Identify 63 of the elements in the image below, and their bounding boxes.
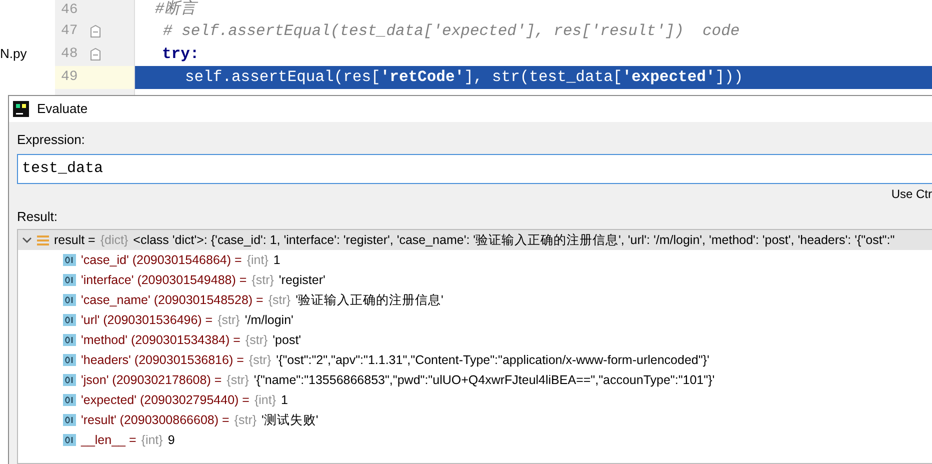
expression-label: Expression: (17, 131, 86, 149)
variable-name: 'json' (2090302178608) = (81, 372, 222, 389)
variable-name: result = (54, 232, 96, 249)
primitive-value-icon (63, 374, 76, 386)
hint-text: Use Ctr (891, 186, 932, 202)
dialog-title: Evaluate (37, 100, 88, 118)
list-icon (37, 234, 49, 246)
line-number: 46 (61, 0, 78, 20)
app-logo-icon (13, 101, 29, 117)
variable-value: '验证输入正确的注册信息' (296, 292, 444, 309)
variable-name: 'method' (2090301534384) = (81, 332, 240, 349)
primitive-value-icon (63, 314, 76, 326)
primitive-value-icon (63, 334, 76, 346)
primitive-value-icon (63, 414, 76, 426)
variable-name: 'headers' (2090301536816) = (81, 352, 244, 369)
code-line: #断言 (154, 0, 196, 20)
primitive-value-icon (63, 274, 76, 286)
caret-icon[interactable] (22, 235, 32, 245)
line-number: 49 (61, 68, 78, 87)
variable-name: 'result' (2090300866608) = (81, 412, 230, 429)
variable-value: 'register' (278, 272, 326, 289)
fold-marker-icon[interactable] (90, 25, 101, 38)
type-label: {str} (252, 272, 274, 289)
type-label: {int} (141, 432, 163, 449)
variable-value: 1 (281, 392, 288, 409)
variable-value: 9 (168, 432, 175, 449)
type-label: {str} (245, 332, 268, 349)
primitive-value-icon (63, 254, 76, 266)
variable-name: __len__ = (81, 432, 136, 449)
result-label: Result: (17, 208, 58, 226)
fold-marker-icon[interactable] (90, 48, 101, 61)
type-label: {int} (246, 252, 268, 269)
line-number: 48 (61, 45, 78, 64)
variable-name: 'case_name' (2090301548528) = (81, 292, 264, 309)
file-tab-fragment[interactable]: N.py (0, 44, 55, 64)
variable-value: '{"ost":"2","apv":"1.1.31","Content-Type":"application/x-www-form-urlencoded"}' (276, 352, 710, 369)
type-label: {str} (248, 352, 272, 369)
type-label: {str} (268, 292, 291, 309)
type-label: {dict} (100, 232, 128, 249)
variable-value: 'post' (272, 332, 302, 349)
variable-name: 'expected' (2090302795440) = (81, 392, 250, 409)
line-number: 47 (61, 22, 78, 41)
type-label: {str} (218, 312, 240, 329)
type-label: {int} (254, 392, 276, 409)
primitive-value-icon (63, 294, 76, 306)
variable-value: '{"name":"13556866853","pwd":"ulUO+Q4xwrFJteul4liBEA==","accounType":"101"}' (254, 372, 715, 389)
primitive-value-icon (63, 354, 76, 366)
code-line: self.assertEqual(res['retCode'], str(test_data['expected'])) (184, 66, 744, 88)
variable-name: 'case_id' (2090301546864) = (81, 252, 242, 269)
variable-value: '测试失败' (262, 412, 318, 429)
tree-row[interactable]: result = {dict} <class 'dict'>: {'case_id': 1, 'interface': 'register', 'case_name': '验证输入正确的注册信息', 'url': '/m/login', 'method': 'post', 'headers': '{"ost":" (18, 230, 932, 250)
variable-name: 'url' (2090301536496) = (81, 312, 213, 329)
variable-value: 1 (273, 252, 280, 269)
code-line: # self.assertEqual(test_data['expected'], res['result']) code (162, 20, 740, 42)
primitive-value-icon (63, 394, 76, 406)
primitive-value-icon (63, 434, 76, 446)
expression-field[interactable]: test_data (17, 154, 932, 184)
type-label: {str} (226, 372, 249, 389)
variable-name: 'interface' (2090301549488) = (81, 272, 247, 289)
variable-value: <class 'dict'>: {'case_id': 1, 'interface': 'register', 'case_name': '验证输入正确的注册信息', 'url': '/m/login', 'method': 'post', 'headers': '{"ost":" (133, 232, 895, 249)
type-label: {str} (234, 412, 257, 429)
variable-value: '/m/login' (244, 312, 294, 329)
code-line: try: (161, 44, 200, 65)
